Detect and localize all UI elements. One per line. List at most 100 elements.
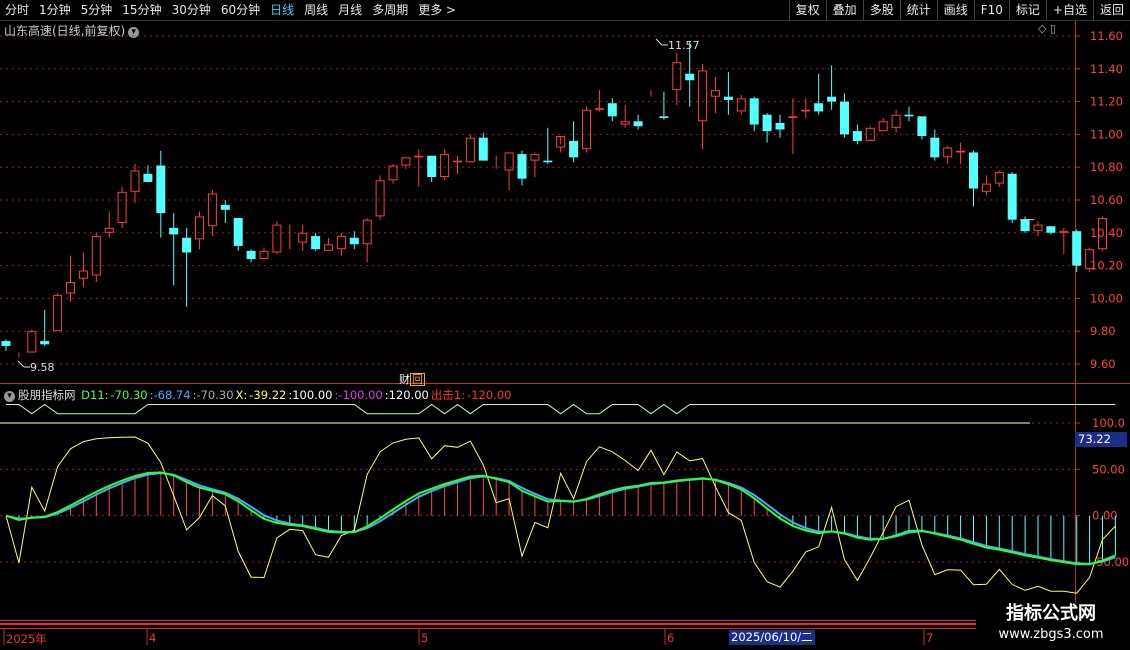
candle xyxy=(633,114,643,130)
candle xyxy=(659,91,669,120)
candle-body xyxy=(259,250,269,260)
candle-body xyxy=(840,101,849,135)
watermark: 指标公式网 www.zbgs3.com xyxy=(976,602,1126,648)
candle xyxy=(827,65,837,110)
date-axis: 2025年 4 5 6 7 xyxy=(0,629,1075,650)
candle xyxy=(956,142,966,164)
candle-body xyxy=(298,232,308,243)
candle-body xyxy=(78,270,88,279)
candle-body xyxy=(814,103,824,112)
candle-body xyxy=(401,157,411,166)
price-tick-label: 11.40 xyxy=(1090,62,1123,76)
candle xyxy=(556,136,566,153)
candle xyxy=(672,52,682,105)
candle-body xyxy=(130,170,140,192)
date-label: 4 xyxy=(149,631,157,645)
candle-body xyxy=(220,204,230,210)
candle-body xyxy=(736,98,746,112)
candle xyxy=(272,221,282,255)
candle-body xyxy=(1,341,11,346)
candle-body xyxy=(891,114,901,128)
candle-body xyxy=(878,121,888,132)
candle-body xyxy=(117,191,127,223)
indicator-title: ▾ 股朋指标网 D11: -70.30:-68.74:-70.30 X: -39.22:… xyxy=(4,387,515,403)
candle-body xyxy=(272,224,282,253)
candle xyxy=(775,114,785,138)
chevron-down-icon[interactable]: ▾ xyxy=(4,391,15,402)
candle xyxy=(91,232,101,282)
indicator-value: -70.30 xyxy=(110,388,148,402)
candle-body xyxy=(104,227,114,233)
candle xyxy=(723,72,733,115)
candle-body xyxy=(246,250,256,260)
candle-body xyxy=(956,150,966,153)
candle-body xyxy=(917,116,927,137)
candle xyxy=(66,255,75,302)
candle-body xyxy=(788,116,798,119)
price-tick-label: 11.60 xyxy=(1090,29,1123,43)
candle xyxy=(311,232,321,251)
candle xyxy=(865,126,875,141)
candle-body xyxy=(66,282,75,294)
candle xyxy=(375,175,385,220)
candle-body xyxy=(981,183,991,192)
candle xyxy=(801,98,811,118)
candle-body xyxy=(233,218,243,246)
candlesticks xyxy=(1,40,1107,358)
candle-body xyxy=(440,154,450,178)
candle xyxy=(1,339,11,351)
candle xyxy=(130,163,140,204)
candle-body xyxy=(723,96,733,100)
candle xyxy=(298,224,308,251)
candle-body xyxy=(852,131,862,141)
candle xyxy=(698,63,708,150)
candle xyxy=(814,73,824,115)
candle-body xyxy=(569,140,579,158)
current-value-tag: 73.22 xyxy=(1075,432,1127,447)
selected-date: 2025/06/10/二 xyxy=(729,630,815,645)
candle-body xyxy=(607,103,617,117)
indicator-value: :120.00 xyxy=(384,388,429,402)
candle xyxy=(414,149,424,187)
chart-canvas[interactable]: 11.60 11.40 11.20 11.00 10.80 10.60 10.40 10.20… xyxy=(0,0,1130,650)
candle-body xyxy=(1059,231,1069,233)
indicator-value: -120.00 xyxy=(467,388,512,402)
candle xyxy=(711,77,720,114)
indicator-value: :100.00 xyxy=(288,388,333,402)
candle xyxy=(1033,221,1043,237)
candle-body xyxy=(543,160,553,163)
candle xyxy=(53,293,63,332)
candle xyxy=(891,109,901,133)
candle-body xyxy=(517,154,527,179)
candle xyxy=(143,165,153,182)
indicator-values: D11: -70.30:-68.74:-70.30 X: -39.22:100.00:… xyxy=(81,388,513,402)
candle xyxy=(427,155,437,182)
candle-body xyxy=(195,216,204,240)
line-120 xyxy=(6,403,1116,415)
candle xyxy=(336,232,346,256)
candle-body xyxy=(1007,173,1017,220)
watermark-title: 指标公式网 xyxy=(1006,603,1096,624)
indicator-name: 股朋指标网 xyxy=(18,388,76,402)
indicator-tick-label: 100.0 xyxy=(1092,416,1125,430)
indicator-tick-label: 0.00 xyxy=(1092,509,1118,523)
candle-body xyxy=(91,236,101,276)
candle xyxy=(207,190,217,237)
finance-badge[interactable]: 财回 xyxy=(399,371,425,387)
candle xyxy=(362,218,372,263)
candle xyxy=(543,127,553,164)
candle-body xyxy=(478,137,488,161)
candle xyxy=(994,170,1004,187)
candle xyxy=(749,96,759,132)
candle xyxy=(1046,226,1056,235)
candle-body xyxy=(620,121,630,125)
candle-body xyxy=(633,121,643,127)
low-marker: 9.58 xyxy=(17,360,55,374)
candle-body xyxy=(943,147,953,158)
candle xyxy=(878,118,888,132)
candle xyxy=(981,175,991,196)
candle-body xyxy=(53,295,63,332)
candle xyxy=(594,90,604,112)
candle-body xyxy=(414,155,424,158)
finance-box-icon: 回 xyxy=(410,373,425,386)
